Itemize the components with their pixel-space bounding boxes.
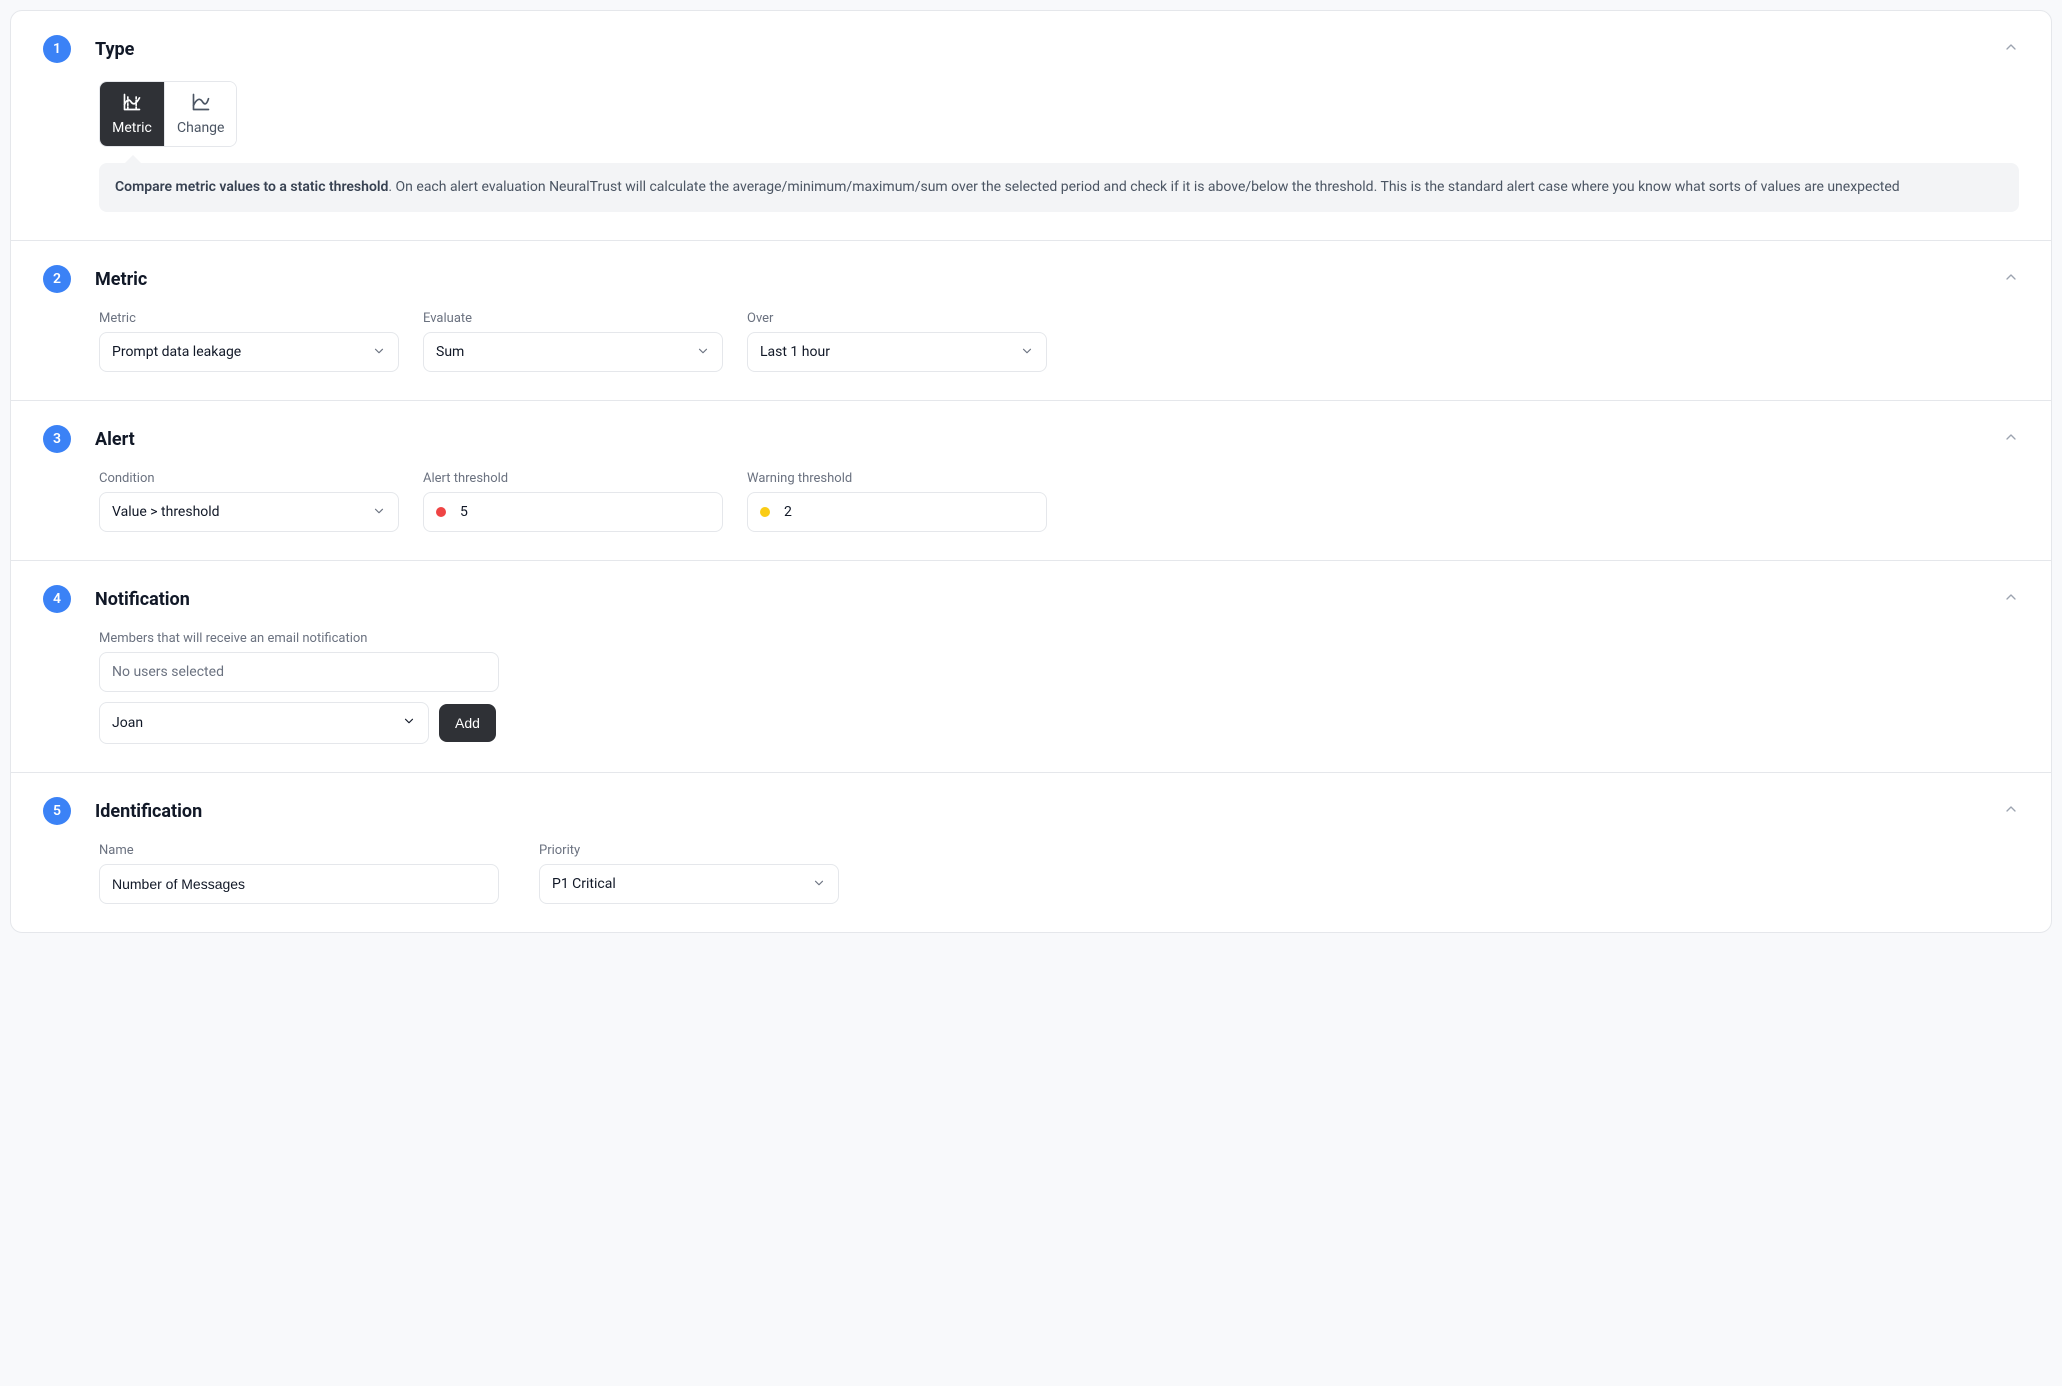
step-badge-1: 1 [43,35,71,63]
select-metric[interactable]: Prompt data leakage [99,332,399,372]
select-evaluate-value: Sum [436,344,464,360]
section-alert: 3 Alert Condition Value > threshold [11,401,2051,561]
type-info-box: Compare metric values to a static thresh… [99,163,2019,212]
label-warning-threshold: Warning threshold [747,471,1047,486]
step-badge-3: 3 [43,425,71,453]
type-tab-metric[interactable]: Metric [100,82,164,146]
select-condition-value: Value > threshold [112,504,220,520]
notification-hint: Members that will receive an email notif… [99,631,2019,646]
type-tab-metric-label: Metric [112,120,152,136]
step-badge-4: 4 [43,585,71,613]
label-condition: Condition [99,471,399,486]
section-identification: 5 Identification Name Priority P1 Critic [11,773,2051,932]
step-badge-5: 5 [43,797,71,825]
chevron-down-icon [372,504,386,521]
chevron-down-icon [696,344,710,361]
section-title-type: Type [95,39,134,60]
chevron-up-icon[interactable] [2003,589,2019,609]
select-over[interactable]: Last 1 hour [747,332,1047,372]
label-evaluate: Evaluate [423,311,723,326]
add-user-button[interactable]: Add [439,704,496,742]
chevron-up-icon[interactable] [2003,39,2019,59]
select-user-value: Joan [112,715,143,731]
chevron-up-icon[interactable] [2003,269,2019,289]
select-priority[interactable]: P1 Critical [539,864,839,904]
select-evaluate[interactable]: Sum [423,332,723,372]
alert-threshold-value: 5 [460,504,468,520]
section-notification: 4 Notification Members that will receive… [11,561,2051,773]
chevron-down-icon [812,876,826,893]
field-evaluate: Evaluate Sum [423,311,723,372]
section-title-metric: Metric [95,269,147,290]
step-badge-2: 2 [43,265,71,293]
field-condition: Condition Value > threshold [99,471,399,532]
chevron-up-icon[interactable] [2003,801,2019,821]
type-tab-change[interactable]: Change [164,82,236,146]
input-name[interactable] [99,864,499,904]
warning-dot-icon [760,507,770,517]
selected-users-placeholder: No users selected [112,664,224,680]
section-title-alert: Alert [95,429,135,450]
label-name: Name [99,843,499,858]
field-alert-threshold: Alert threshold 5 [423,471,723,532]
section-type-header[interactable]: 1 Type [43,35,2019,63]
select-priority-value: P1 Critical [552,876,616,892]
section-metric-header[interactable]: 2 Metric [43,265,2019,293]
label-over: Over [747,311,1047,326]
section-type: 1 Type Metric [11,11,2051,241]
section-alert-header[interactable]: 3 Alert [43,425,2019,453]
type-tabs: Metric Change [99,81,237,147]
warning-threshold-value: 2 [784,504,792,520]
change-chart-icon [190,92,212,116]
select-metric-value: Prompt data leakage [112,344,241,360]
alert-dot-icon [436,507,446,517]
metric-chart-icon [121,92,143,116]
type-tab-change-label: Change [177,120,224,136]
field-priority: Priority P1 Critical [539,843,839,904]
section-title-notification: Notification [95,589,190,610]
field-warning-threshold: Warning threshold 2 [747,471,1047,532]
field-name: Name [99,843,499,904]
select-user[interactable]: Joan [99,702,429,744]
label-alert-threshold: Alert threshold [423,471,723,486]
input-warning-threshold[interactable]: 2 [747,492,1047,532]
section-identification-header[interactable]: 5 Identification [43,797,2019,825]
selected-users-box[interactable]: No users selected [99,652,499,692]
field-over: Over Last 1 hour [747,311,1047,372]
type-info-text: . On each alert evaluation NeuralTrust w… [388,179,1899,195]
chevron-down-icon [402,714,416,732]
chevron-down-icon [1020,344,1034,361]
field-metric: Metric Prompt data leakage [99,311,399,372]
chevron-down-icon [372,344,386,361]
alert-config-card: 1 Type Metric [10,10,2052,933]
chevron-up-icon[interactable] [2003,429,2019,449]
section-notification-header[interactable]: 4 Notification [43,585,2019,613]
label-metric: Metric [99,311,399,326]
label-priority: Priority [539,843,839,858]
section-metric: 2 Metric Metric Prompt data leakage [11,241,2051,401]
select-over-value: Last 1 hour [760,344,830,360]
select-condition[interactable]: Value > threshold [99,492,399,532]
type-info-bold: Compare metric values to a static thresh… [115,179,388,195]
input-name-field[interactable] [112,876,486,892]
section-title-identification: Identification [95,801,202,822]
input-alert-threshold[interactable]: 5 [423,492,723,532]
